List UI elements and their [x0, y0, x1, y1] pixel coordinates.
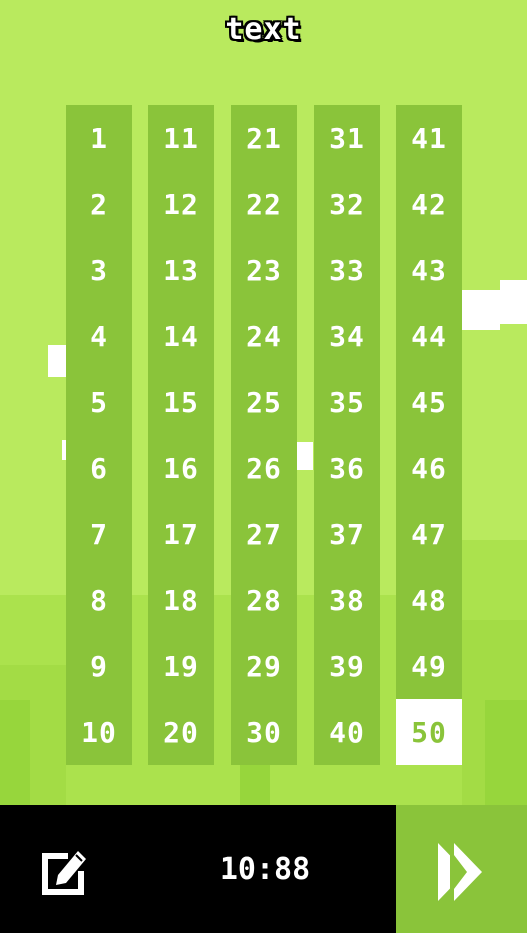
game-screen: { "title": "text", "levels": { "columns"… [0, 0, 527, 933]
level-button-34[interactable]: 34 [314, 303, 380, 369]
level-button-4[interactable]: 4 [66, 303, 132, 369]
level-button-35[interactable]: 35 [314, 369, 380, 435]
level-button-7[interactable]: 7 [66, 501, 132, 567]
level-button-33[interactable]: 33 [314, 237, 380, 303]
level-button-3[interactable]: 3 [66, 237, 132, 303]
cloud [500, 280, 527, 324]
level-button-39[interactable]: 39 [314, 633, 380, 699]
level-button-41[interactable]: 41 [396, 105, 462, 171]
skyline-building [0, 595, 20, 635]
level-button-20[interactable]: 20 [148, 699, 214, 765]
level-button-23[interactable]: 23 [231, 237, 297, 303]
level-grid: 1 2 3 4 5 6 7 8 9 10 11 12 13 14 15 16 17 18 19 20 21 22 23 24 2… [66, 105, 462, 765]
level-button-26[interactable]: 26 [231, 435, 297, 501]
timer: 10:88 [219, 852, 311, 887]
level-button-30[interactable]: 30 [231, 699, 297, 765]
level-button-25[interactable]: 25 [231, 369, 297, 435]
level-button-31[interactable]: 31 [314, 105, 380, 171]
level-button-21[interactable]: 21 [231, 105, 297, 171]
level-button-2[interactable]: 2 [66, 171, 132, 237]
level-button-46[interactable]: 46 [396, 435, 462, 501]
cloud [462, 290, 500, 330]
level-button-22[interactable]: 22 [231, 171, 297, 237]
level-button-10[interactable]: 10 [66, 699, 132, 765]
skyline-building [0, 700, 30, 805]
level-button-14[interactable]: 14 [148, 303, 214, 369]
level-button-11[interactable]: 11 [148, 105, 214, 171]
level-button-32[interactable]: 32 [314, 171, 380, 237]
level-button-19[interactable]: 19 [148, 633, 214, 699]
level-button-47[interactable]: 47 [396, 501, 462, 567]
level-button-12[interactable]: 12 [148, 171, 214, 237]
level-button-1[interactable]: 1 [66, 105, 132, 171]
level-button-6[interactable]: 6 [66, 435, 132, 501]
level-button-27[interactable]: 27 [231, 501, 297, 567]
level-button-42[interactable]: 42 [396, 171, 462, 237]
level-button-43[interactable]: 43 [396, 237, 462, 303]
edit-button[interactable] [38, 845, 92, 899]
level-button-50[interactable]: 50 [396, 699, 462, 765]
level-button-36[interactable]: 36 [314, 435, 380, 501]
level-button-28[interactable]: 28 [231, 567, 297, 633]
level-button-18[interactable]: 18 [148, 567, 214, 633]
level-button-5[interactable]: 5 [66, 369, 132, 435]
skyline-building [240, 765, 270, 805]
edit-icon [42, 851, 86, 895]
skyline-building [485, 700, 527, 805]
level-button-13[interactable]: 13 [148, 237, 214, 303]
level-button-48[interactable]: 48 [396, 567, 462, 633]
level-button-49[interactable]: 49 [396, 633, 462, 699]
level-button-45[interactable]: 45 [396, 369, 462, 435]
level-button-40[interactable]: 40 [314, 699, 380, 765]
skyline-building [462, 540, 527, 600]
cloud [48, 345, 66, 377]
level-button-15[interactable]: 15 [148, 369, 214, 435]
level-button-29[interactable]: 29 [231, 633, 297, 699]
level-button-9[interactable]: 9 [66, 633, 132, 699]
level-button-38[interactable]: 38 [314, 567, 380, 633]
play-button[interactable] [396, 805, 527, 933]
level-button-24[interactable]: 24 [231, 303, 297, 369]
level-button-17[interactable]: 17 [148, 501, 214, 567]
bottom-bar: 10:88 [0, 805, 396, 933]
level-button-8[interactable]: 8 [66, 567, 132, 633]
level-button-16[interactable]: 16 [148, 435, 214, 501]
page-title: text [225, 12, 302, 47]
level-button-44[interactable]: 44 [396, 303, 462, 369]
fast-forward-icon [438, 843, 482, 901]
level-button-37[interactable]: 37 [314, 501, 380, 567]
